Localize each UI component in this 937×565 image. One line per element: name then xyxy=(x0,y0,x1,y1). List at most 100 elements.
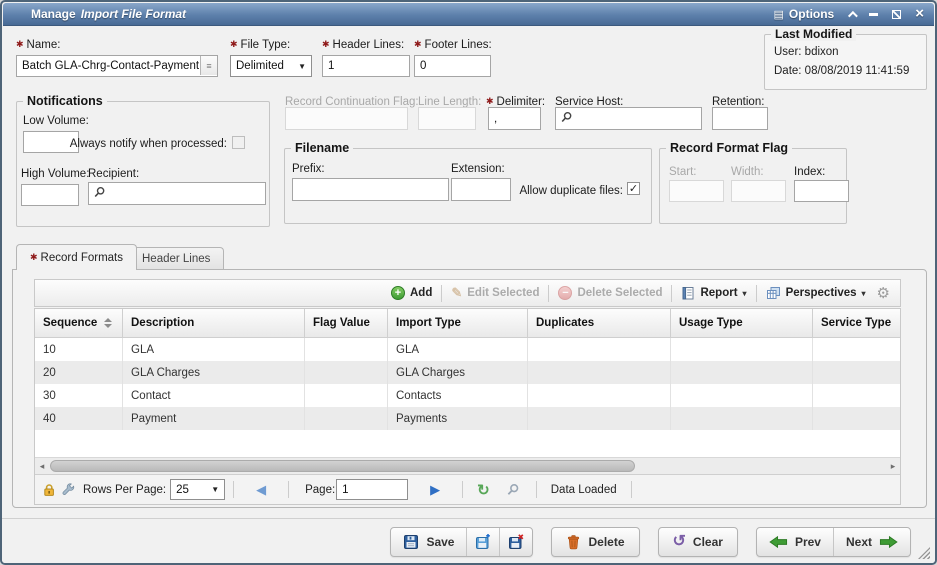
scroll-left-icon[interactable]: ◂ xyxy=(35,458,49,474)
column-header-flag-value[interactable]: Flag Value xyxy=(305,309,388,337)
name-input[interactable] xyxy=(16,55,218,77)
prev-next-button-group: Prev Next xyxy=(756,527,911,557)
previous-page-icon[interactable]: ◀ xyxy=(256,482,266,498)
table-row[interactable]: 30 Contact Contacts xyxy=(35,384,900,407)
tab-record-formats[interactable]: ✱Record Formats xyxy=(16,244,137,270)
gear-icon[interactable]: ⚙ xyxy=(877,284,890,302)
column-header-service-type[interactable]: Service Type xyxy=(813,309,900,337)
header-lines-wrap xyxy=(322,55,410,77)
column-header-import-type[interactable]: Import Type xyxy=(388,309,528,337)
tab-header-lines[interactable]: Header Lines xyxy=(128,247,224,270)
cell-usage-type[interactable] xyxy=(671,384,813,407)
add-button[interactable]: + Add xyxy=(391,286,432,300)
column-header-description[interactable]: Description xyxy=(123,309,305,337)
prev-button[interactable]: Prev xyxy=(757,528,834,556)
allow-duplicate-files-checkbox[interactable]: ✓ xyxy=(627,182,640,195)
search-icon[interactable] xyxy=(560,111,573,124)
cell-flag-value[interactable] xyxy=(305,407,388,430)
table-row[interactable]: 40 Payment Payments xyxy=(35,407,900,430)
close-icon[interactable]: × xyxy=(915,9,924,19)
cell-usage-type[interactable] xyxy=(671,338,813,361)
recipient-input[interactable] xyxy=(88,182,266,205)
save-and-new-button[interactable] xyxy=(467,528,500,556)
report-button[interactable]: Report ▾ xyxy=(681,286,746,300)
cell-description[interactable]: Payment xyxy=(123,407,305,430)
options-label: Options xyxy=(789,7,834,21)
cell-service-type[interactable] xyxy=(813,407,900,430)
footer-lines-input[interactable] xyxy=(414,55,491,77)
arrow-left-icon xyxy=(769,535,788,549)
lock-icon[interactable] xyxy=(42,483,56,497)
next-button[interactable]: Next xyxy=(834,528,910,556)
scroll-right-icon[interactable]: ▸ xyxy=(886,458,900,474)
high-volume-input[interactable] xyxy=(21,184,79,206)
refresh-icon[interactable]: ↻ xyxy=(477,481,490,499)
cell-sequence[interactable]: 40 xyxy=(35,407,123,430)
rows-per-page-label: Rows Per Page: xyxy=(83,484,166,496)
pager-separator xyxy=(462,481,463,498)
pager-separator xyxy=(631,481,632,498)
cell-duplicates[interactable] xyxy=(528,338,671,361)
cell-duplicates[interactable] xyxy=(528,361,671,384)
expand-editor-icon[interactable]: ≡ xyxy=(200,56,217,75)
search-icon[interactable] xyxy=(506,483,520,497)
column-header-usage-type[interactable]: Usage Type xyxy=(671,309,813,337)
page-input[interactable] xyxy=(336,479,408,500)
chevron-down-icon: ▾ xyxy=(862,289,866,298)
required-asterisk: ✱ xyxy=(30,252,38,263)
perspectives-button[interactable]: Perspectives ▾ xyxy=(766,286,866,300)
window-title-prefix: Manage xyxy=(31,7,76,21)
search-icon[interactable] xyxy=(93,186,106,199)
cell-description[interactable]: Contact xyxy=(123,384,305,407)
cell-service-type[interactable] xyxy=(813,384,900,407)
cell-import-type[interactable]: GLA Charges xyxy=(388,361,528,384)
cell-flag-value[interactable] xyxy=(305,338,388,361)
delimiter-input[interactable] xyxy=(488,107,541,130)
report-notebook-icon xyxy=(681,286,695,300)
maximize-icon[interactable] xyxy=(892,10,901,19)
prefix-input[interactable] xyxy=(292,178,449,201)
cell-service-type[interactable] xyxy=(813,361,900,384)
page-label: Page: xyxy=(305,484,335,496)
cell-duplicates[interactable] xyxy=(528,407,671,430)
cell-sequence[interactable]: 10 xyxy=(35,338,123,361)
cell-import-type[interactable]: Contacts xyxy=(388,384,528,407)
file-type-select[interactable]: Delimited ▼ xyxy=(230,55,312,77)
next-page-icon[interactable]: ▶ xyxy=(430,482,440,498)
cell-import-type[interactable]: Payments xyxy=(388,407,528,430)
always-notify-checkbox[interactable] xyxy=(232,136,245,149)
save-button[interactable]: Save xyxy=(391,528,467,556)
table-row[interactable]: 10 GLA GLA xyxy=(35,338,900,361)
horizontal-scrollbar[interactable]: ◂ ▸ xyxy=(35,457,900,474)
cell-description[interactable]: GLA xyxy=(123,338,305,361)
cell-service-type[interactable] xyxy=(813,338,900,361)
rows-per-page-select[interactable]: 25 ▼ xyxy=(170,479,225,500)
cell-duplicates[interactable] xyxy=(528,384,671,407)
file-type-value: Delimited xyxy=(236,60,284,72)
cell-sequence[interactable]: 30 xyxy=(35,384,123,407)
index-input[interactable] xyxy=(794,180,849,202)
cell-usage-type[interactable] xyxy=(671,407,813,430)
scrollbar-thumb[interactable] xyxy=(50,460,635,472)
cell-import-type[interactable]: GLA xyxy=(388,338,528,361)
cell-flag-value[interactable] xyxy=(305,361,388,384)
cell-usage-type[interactable] xyxy=(671,361,813,384)
wrench-icon[interactable] xyxy=(61,483,75,497)
table-row[interactable]: 20 GLA Charges GLA Charges xyxy=(35,361,900,384)
save-and-close-button[interactable] xyxy=(500,528,532,556)
column-header-duplicates[interactable]: Duplicates xyxy=(528,309,671,337)
collapse-icon[interactable] xyxy=(848,10,858,20)
clear-button[interactable]: ↺ Clear xyxy=(658,527,738,557)
options-button[interactable]: ▤ Options xyxy=(774,7,835,21)
recipient-label: Recipient: xyxy=(88,168,139,180)
column-header-sequence[interactable]: Sequence xyxy=(35,309,123,337)
minimize-icon[interactable] xyxy=(869,13,878,16)
cell-description[interactable]: GLA Charges xyxy=(123,361,305,384)
service-host-input[interactable] xyxy=(555,107,702,130)
header-lines-input[interactable] xyxy=(322,55,410,77)
cell-flag-value[interactable] xyxy=(305,384,388,407)
retention-input[interactable] xyxy=(712,107,768,130)
delete-button[interactable]: Delete xyxy=(551,527,639,557)
cell-sequence[interactable]: 20 xyxy=(35,361,123,384)
pencil-icon: ✎ xyxy=(451,285,462,301)
